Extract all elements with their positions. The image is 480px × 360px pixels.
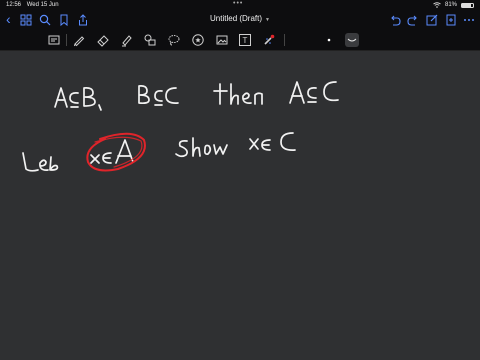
- note-canvas[interactable]: [0, 51, 480, 360]
- text-tool-label: T: [243, 36, 248, 45]
- sticker-icon[interactable]: [191, 33, 205, 47]
- battery-icon: [461, 2, 474, 8]
- stroke-width-selector[interactable]: [345, 33, 359, 47]
- battery-fill: [462, 3, 471, 7]
- toolbar-divider: [66, 34, 67, 46]
- shapes-icon[interactable]: [143, 33, 157, 47]
- redo-icon[interactable]: [406, 13, 420, 27]
- status-bar: 12:56 Wed 15 Jun ••• 81%: [0, 0, 480, 10]
- toolbar-divider: [284, 34, 285, 46]
- multitask-dots-icon[interactable]: •••: [233, 0, 243, 9]
- laser-pointer-icon[interactable]: [262, 33, 276, 47]
- more-icon[interactable]: [462, 13, 476, 27]
- undo-icon[interactable]: [388, 13, 402, 27]
- lasso-icon[interactable]: [167, 33, 181, 47]
- status-right: 81%: [433, 0, 474, 10]
- drawing-toolbar: T: [0, 30, 480, 51]
- nav-bar: ‹ Untitled (Draft) ▼: [0, 10, 480, 30]
- eraser-icon[interactable]: [96, 33, 110, 47]
- color-dot-white[interactable]: [322, 33, 336, 47]
- handwritten-line-2: [22, 132, 296, 172]
- handwritten-line-1: [54, 81, 339, 111]
- highlighter-icon[interactable]: [119, 33, 133, 47]
- add-page-icon[interactable]: [444, 13, 458, 27]
- red-circle-annotation: [86, 132, 146, 172]
- image-icon[interactable]: [215, 33, 229, 47]
- chevron-down-icon[interactable]: ▼: [265, 17, 270, 23]
- status-time: 12:56: [6, 2, 22, 8]
- document-title-text[interactable]: Untitled (Draft): [210, 14, 262, 23]
- handwriting-layer: [22, 81, 339, 172]
- wifi-icon: [433, 2, 441, 8]
- edit-page-icon[interactable]: [425, 13, 439, 27]
- status-left: 12:56 Wed 15 Jun: [6, 0, 63, 10]
- text-tool-icon[interactable]: T: [238, 33, 252, 47]
- read-mode-icon[interactable]: [47, 33, 61, 47]
- battery-percent: 81%: [444, 2, 457, 8]
- status-date: Wed 15 Jun: [26, 2, 59, 8]
- pen-icon[interactable]: [72, 33, 86, 47]
